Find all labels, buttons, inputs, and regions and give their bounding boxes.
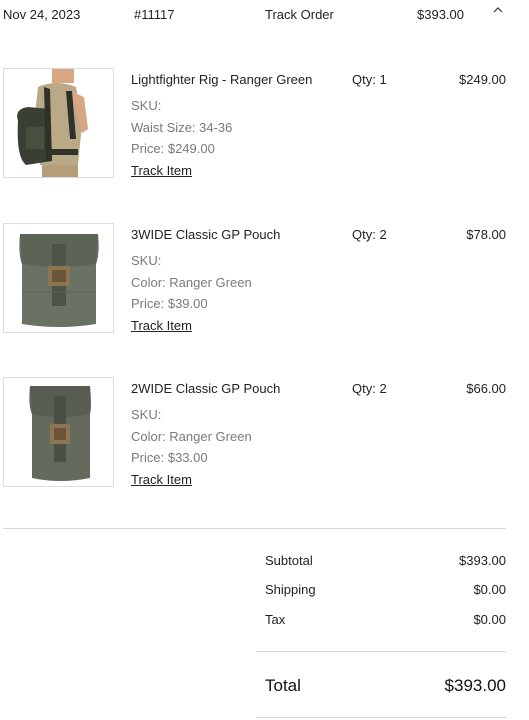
item-qty: Qty: 2 — [352, 227, 387, 242]
item-sku: SKU: — [131, 407, 162, 422]
tax-value: $0.00 — [473, 612, 506, 627]
track-order-link[interactable]: Track Order — [265, 7, 334, 22]
lightfighter-rig-photo[interactable] — [3, 68, 114, 178]
subtotal-label: Subtotal — [265, 553, 313, 568]
tax-label: Tax — [265, 612, 286, 627]
item-name[interactable]: 2WIDE Classic GP Pouch — [131, 381, 280, 396]
item-price: $249.00 — [459, 72, 506, 87]
divider — [256, 651, 506, 652]
order-item: Lightfighter Rig - Ranger Green Qty: 1 $… — [0, 68, 529, 180]
item-unit-price: Price: $249.00 — [131, 141, 215, 156]
3wide-pouch-photo[interactable] — [3, 223, 114, 333]
item-unit-price: Price: $33.00 — [131, 450, 208, 465]
item-name[interactable]: 3WIDE Classic GP Pouch — [131, 227, 280, 242]
subtotal-value: $393.00 — [459, 553, 506, 568]
chevron-up-icon[interactable] — [490, 2, 506, 18]
item-name[interactable]: Lightfighter Rig - Ranger Green — [131, 72, 312, 87]
order-number: #11117 — [134, 7, 175, 22]
item-price: $66.00 — [466, 381, 506, 396]
item-qty: Qty: 2 — [352, 381, 387, 396]
item-variant: Waist Size: 34-36 — [131, 120, 233, 135]
2wide-pouch-photo[interactable] — [3, 377, 114, 487]
item-sku: SKU: — [131, 253, 162, 268]
order-item: 3WIDE Classic GP Pouch Qty: 2 $78.00 SKU… — [0, 223, 529, 335]
total-label: Total — [265, 676, 301, 695]
track-item-link[interactable]: Track Item — [131, 472, 192, 487]
item-variant: Color: Ranger Green — [131, 429, 252, 444]
shipping-label: Shipping — [265, 582, 316, 597]
total-value: $393.00 — [444, 676, 506, 695]
item-variant: Color: Ranger Green — [131, 275, 252, 290]
shipping-value: $0.00 — [473, 582, 506, 597]
item-qty: Qty: 1 — [352, 72, 387, 87]
order-item: 2WIDE Classic GP Pouch Qty: 2 $66.00 SKU… — [0, 377, 529, 489]
order-date: Nov 24, 2023 — [3, 7, 81, 22]
divider — [256, 717, 506, 718]
track-item-link[interactable]: Track Item — [131, 318, 192, 333]
order-header-row: Nov 24, 2023 #11117 Track Order $393.00 — [0, 0, 529, 30]
order-total: $393.00 — [417, 7, 464, 22]
track-item-link[interactable]: Track Item — [131, 163, 192, 178]
item-sku: SKU: — [131, 98, 162, 113]
item-price: $78.00 — [466, 227, 506, 242]
divider — [3, 528, 506, 529]
item-unit-price: Price: $39.00 — [131, 296, 208, 311]
